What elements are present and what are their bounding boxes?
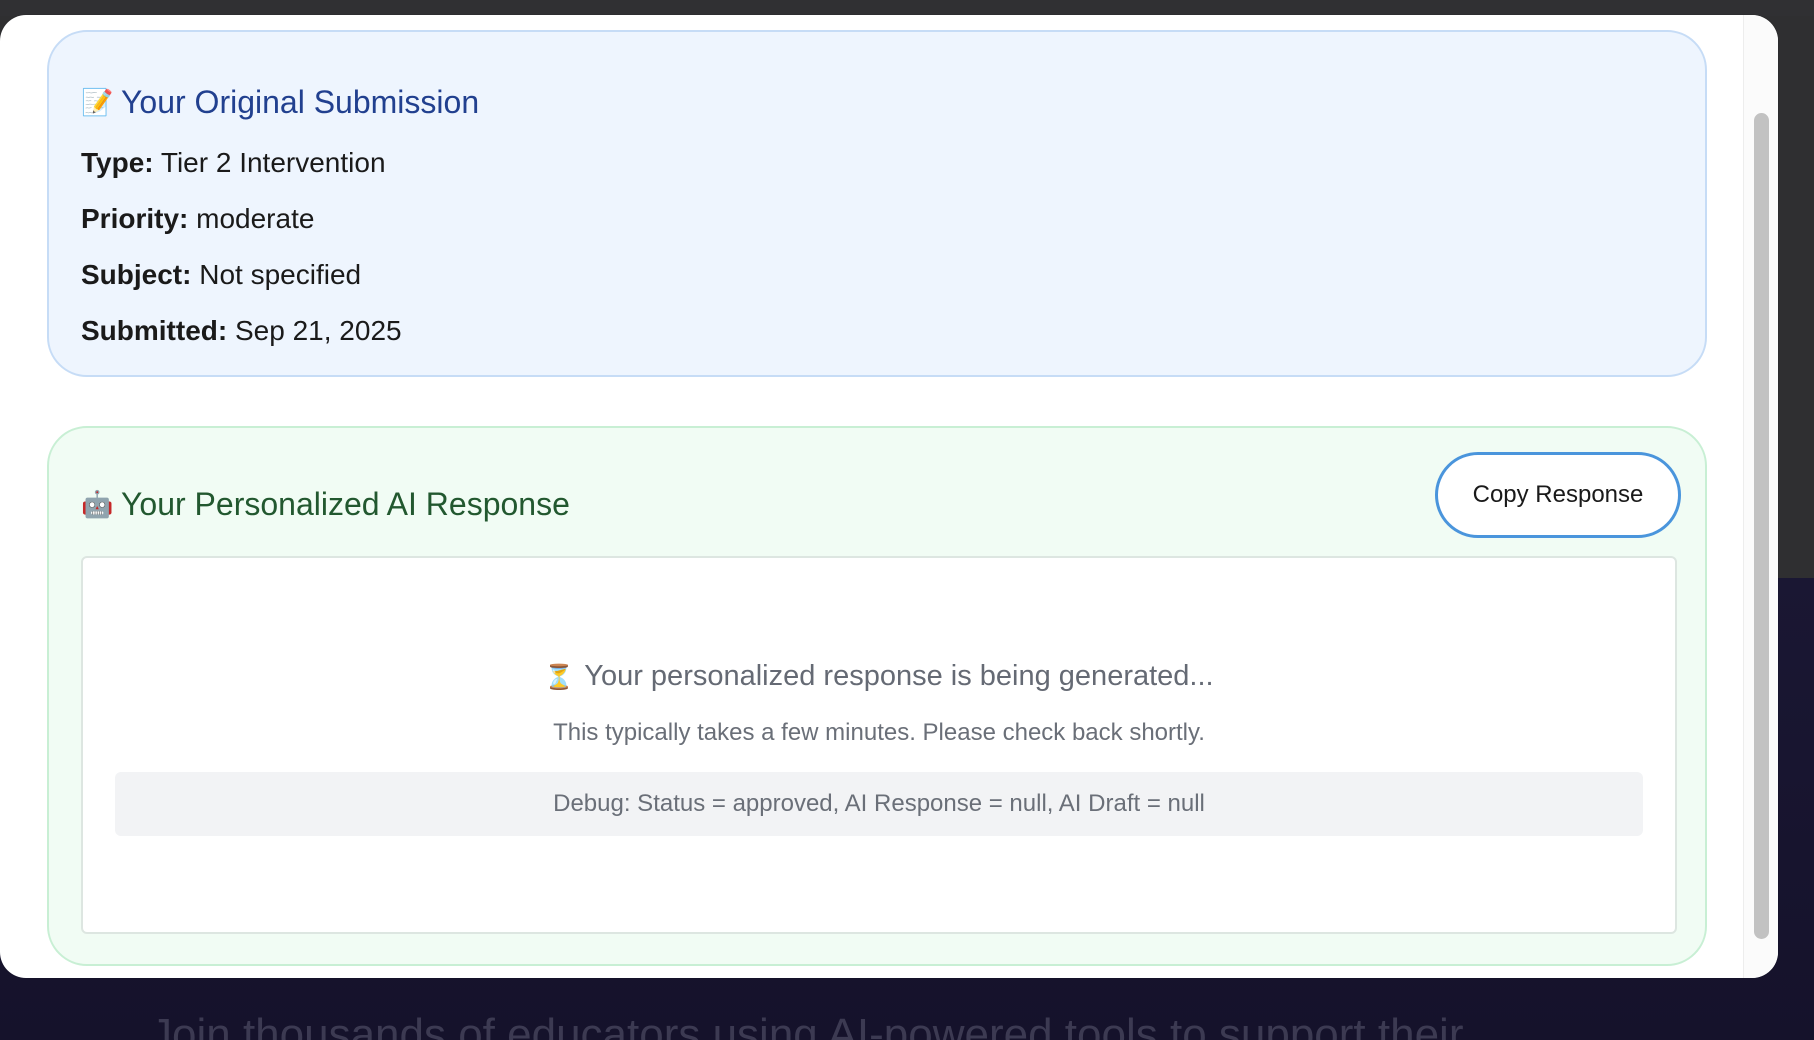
original-submission-card: 📝 Your Original Submission Type: Tier 2 … [47, 30, 1707, 377]
field-priority: Priority: moderate [81, 201, 314, 237]
ai-response-card: 🤖 Your Personalized AI Response Copy Res… [47, 426, 1707, 966]
field-submitted: Submitted: Sep 21, 2025 [81, 313, 402, 349]
field-priority-value: moderate [196, 203, 315, 234]
field-priority-label: Priority: [81, 203, 189, 234]
generating-substatus: This typically takes a few minutes. Plea… [553, 719, 1205, 746]
hourglass-icon: ⏳ [544, 664, 575, 691]
field-subject: Subject: Not specified [81, 257, 361, 293]
response-heading: 🤖 Your Personalized AI Response [81, 484, 570, 524]
field-submitted-label: Submitted: [81, 315, 228, 346]
debug-info: Debug: Status = approved, AI Response = … [115, 772, 1643, 836]
robot-icon: 🤖 [81, 489, 114, 519]
submission-title: Your Original Submission [121, 84, 480, 120]
memo-icon: 📝 [81, 87, 114, 117]
field-type-label: Type: [81, 147, 154, 178]
submission-modal: 📝 Your Original Submission Type: Tier 2 … [0, 15, 1778, 978]
generating-status-text: Your personalized response is being gene… [584, 660, 1214, 692]
field-type: Type: Tier 2 Intervention [81, 145, 386, 181]
backdrop-tagline: Join thousands of educators using AI-pow… [150, 1010, 1464, 1040]
field-submitted-value: Sep 21, 2025 [235, 315, 402, 346]
modal-scrollbar[interactable] [1743, 15, 1778, 978]
submission-heading: 📝 Your Original Submission [81, 82, 479, 122]
field-subject-label: Subject: [81, 259, 192, 290]
copy-response-button[interactable]: Copy Response [1435, 452, 1681, 538]
response-title: Your Personalized AI Response [121, 486, 570, 522]
generating-status: ⏳ Your personalized response is being gen… [83, 658, 1675, 696]
field-type-value: Tier 2 Intervention [160, 147, 386, 178]
scrollbar-thumb[interactable] [1754, 113, 1769, 939]
field-subject-value: Not specified [199, 259, 362, 290]
backdrop-top-bar [0, 0, 1814, 16]
response-content-box: ⏳ Your personalized response is being gen… [81, 556, 1677, 934]
